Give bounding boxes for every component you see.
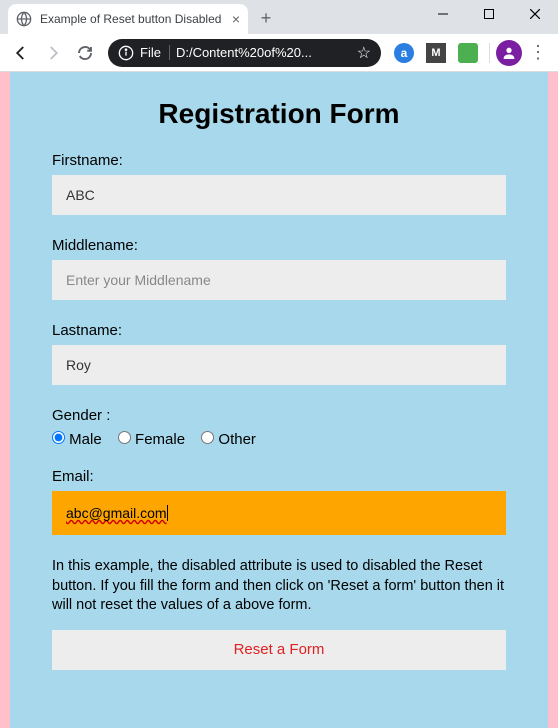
url-path: D:/Content%20of%20... — [176, 45, 351, 60]
url-scheme: File — [140, 45, 170, 60]
gender-option-other[interactable]: Other — [201, 431, 256, 448]
gender-label: Gender : — [52, 407, 110, 424]
toolbar-divider — [489, 43, 490, 63]
gender-radio-female[interactable] — [118, 431, 131, 444]
middlename-input[interactable] — [52, 260, 506, 300]
lastname-label: Lastname: — [52, 322, 506, 339]
reload-button[interactable] — [70, 38, 100, 68]
window-controls — [420, 0, 558, 28]
lastname-input[interactable] — [52, 345, 506, 385]
back-button[interactable] — [6, 38, 36, 68]
extension-g-icon[interactable] — [455, 40, 481, 66]
firstname-label: Firstname: — [52, 152, 506, 169]
profile-avatar[interactable] — [496, 40, 522, 66]
globe-icon — [16, 11, 32, 27]
email-label: Email: — [52, 468, 506, 485]
gender-radio-other[interactable] — [201, 431, 214, 444]
close-window-button[interactable] — [512, 0, 558, 28]
forward-button[interactable] — [38, 38, 68, 68]
menu-button[interactable]: ⋮ — [524, 42, 552, 63]
maximize-button[interactable] — [466, 0, 512, 28]
gender-radio-male[interactable] — [52, 431, 65, 444]
browser-tab[interactable]: Example of Reset button Disabled × — [8, 4, 248, 34]
info-icon — [118, 45, 134, 61]
browser-titlebar: Example of Reset button Disabled × + — [0, 0, 558, 34]
new-tab-button[interactable]: + — [252, 4, 280, 32]
bookmark-icon[interactable]: ☆ — [357, 43, 371, 63]
address-bar[interactable]: File D:/Content%20of%20... ☆ — [108, 39, 381, 67]
extension-a-icon[interactable]: a — [391, 40, 417, 66]
close-icon[interactable]: × — [232, 11, 240, 27]
browser-toolbar: File D:/Content%20of%20... ☆ a M ⋮ — [0, 34, 558, 72]
reset-button[interactable]: Reset a Form — [52, 630, 506, 670]
description-text: In this example, the disabled attribute … — [52, 557, 506, 616]
minimize-button[interactable] — [420, 0, 466, 28]
gender-option-male[interactable]: Male — [52, 431, 102, 448]
page-title: Registration Form — [52, 98, 506, 130]
tab-title: Example of Reset button Disabled — [40, 12, 226, 26]
extension-m-icon[interactable]: M — [423, 40, 449, 66]
email-value: abc@gmail.com — [66, 505, 167, 521]
registration-form: Registration Form Firstname: Middlename:… — [10, 72, 548, 728]
middlename-label: Middlename: — [52, 237, 506, 254]
text-caret — [167, 505, 168, 521]
firstname-input[interactable] — [52, 175, 506, 215]
gender-field: Gender : Male Female Other — [52, 407, 506, 448]
gender-option-female[interactable]: Female — [118, 431, 185, 448]
page-viewport: Registration Form Firstname: Middlename:… — [0, 72, 558, 728]
email-input[interactable]: abc@gmail.com — [52, 491, 506, 535]
